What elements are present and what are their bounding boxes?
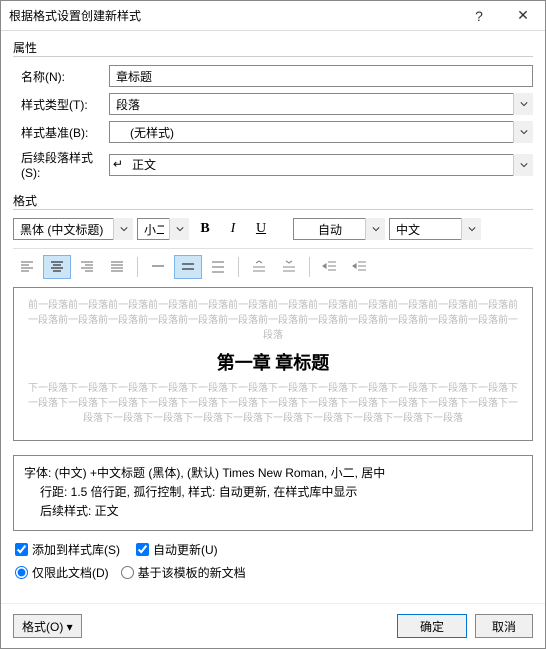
chevron-down-icon[interactable] xyxy=(513,154,533,176)
close-button[interactable]: ✕ xyxy=(501,1,545,31)
align-center-button[interactable] xyxy=(43,255,71,279)
font-family-combo[interactable] xyxy=(13,218,133,240)
add-to-gallery-label: 添加到样式库(S) xyxy=(32,541,120,558)
titlebar: 根据格式设置创建新样式 ? ✕ xyxy=(1,1,545,31)
paragraph-return-icon: ↵ xyxy=(113,157,127,171)
ok-button[interactable]: 确定 xyxy=(397,614,467,638)
only-this-document-label: 仅限此文档(D) xyxy=(32,564,109,581)
window-title: 根据格式设置创建新样式 xyxy=(9,7,457,24)
separator xyxy=(309,257,310,277)
name-input[interactable] xyxy=(109,65,533,87)
auto-update-label: 自动更新(U) xyxy=(153,541,218,558)
font-size-combo[interactable] xyxy=(137,218,189,240)
line-spacing-onehalf-button[interactable] xyxy=(174,255,202,279)
based-on-template-input[interactable] xyxy=(121,566,134,579)
line-spacing-double-button[interactable] xyxy=(204,255,232,279)
preview-title: 第一章 章标题 xyxy=(28,349,518,375)
space-before-dec-button[interactable] xyxy=(275,255,303,279)
preview-before-text: 前一段落前一段落前一段落前一段落前一段落前一段落前一段落前一段落前一段落前一段落… xyxy=(28,298,518,343)
preview-after-text: 下一段落下一段落下一段落下一段落下一段落下一段落下一段落下一段落下一段落下一段落… xyxy=(28,381,518,426)
help-button[interactable]: ? xyxy=(457,1,501,31)
bold-button[interactable]: B xyxy=(193,218,217,240)
paragraph-toolbar xyxy=(13,255,533,279)
align-justify-button[interactable] xyxy=(103,255,131,279)
label-next-style: 后续段落样式(S): xyxy=(13,149,109,180)
desc-line: 行距: 1.5 倍行距, 孤行控制, 样式: 自动更新, 在样式库中显示 xyxy=(24,483,522,502)
line-spacing-single-button[interactable] xyxy=(144,255,172,279)
underline-button[interactable]: U xyxy=(249,218,273,240)
desc-line: 后续样式: 正文 xyxy=(24,502,522,521)
auto-update-input[interactable] xyxy=(136,543,149,556)
only-this-document-radio[interactable]: 仅限此文档(D) xyxy=(15,564,109,581)
based-on-combo[interactable] xyxy=(109,121,533,143)
dialog-window: 根据格式设置创建新样式 ? ✕ 属性 名称(N): 样式类型(T): 样式基准(… xyxy=(0,0,546,649)
next-style-value[interactable] xyxy=(109,154,533,176)
chevron-down-icon[interactable] xyxy=(513,93,533,115)
add-to-gallery-input[interactable] xyxy=(15,543,28,556)
indent-increase-button[interactable] xyxy=(316,255,344,279)
font-toolbar: B I U xyxy=(13,218,533,240)
label-style-type: 样式类型(T): xyxy=(13,96,109,113)
chevron-down-icon[interactable] xyxy=(461,218,481,240)
style-description: 字体: (中文) +中文标题 (黑体), (默认) Times New Roma… xyxy=(13,455,533,531)
format-button[interactable]: 格式(O) ▾ xyxy=(13,614,82,638)
separator xyxy=(137,257,138,277)
add-to-gallery-checkbox[interactable]: 添加到样式库(S) xyxy=(15,541,120,558)
dialog-footer: 格式(O) ▾ 确定 取消 xyxy=(1,603,545,648)
align-right-button[interactable] xyxy=(73,255,101,279)
based-on-template-label: 基于该模板的新文档 xyxy=(138,564,246,581)
space-before-inc-button[interactable] xyxy=(245,255,273,279)
cancel-button[interactable]: 取消 xyxy=(475,614,533,638)
chevron-down-icon[interactable] xyxy=(365,218,385,240)
auto-update-checkbox[interactable]: 自动更新(U) xyxy=(136,541,218,558)
desc-line: 字体: (中文) +中文标题 (黑体), (默认) Times New Roma… xyxy=(24,464,522,483)
label-name: 名称(N): xyxy=(13,68,109,85)
chevron-down-icon[interactable] xyxy=(113,218,133,240)
preview-pane: 前一段落前一段落前一段落前一段落前一段落前一段落前一段落前一段落前一段落前一段落… xyxy=(13,287,533,441)
based-on-template-radio[interactable]: 基于该模板的新文档 xyxy=(121,564,246,581)
align-left-button[interactable] xyxy=(13,255,41,279)
style-type-combo[interactable] xyxy=(109,93,533,115)
italic-button[interactable]: I xyxy=(221,218,245,240)
language-combo[interactable] xyxy=(389,218,481,240)
separator xyxy=(238,257,239,277)
only-this-document-input[interactable] xyxy=(15,566,28,579)
indent-decrease-button[interactable] xyxy=(346,255,374,279)
section-formatting: 格式 xyxy=(13,192,533,210)
section-properties: 属性 xyxy=(13,39,533,57)
chevron-down-icon[interactable] xyxy=(513,121,533,143)
next-style-combo[interactable]: ↵ xyxy=(109,154,533,176)
dialog-content: 属性 名称(N): 样式类型(T): 样式基准(B): xyxy=(1,31,545,593)
font-color-combo[interactable] xyxy=(293,218,385,240)
label-based-on: 样式基准(B): xyxy=(13,124,109,141)
divider xyxy=(13,248,533,249)
based-on-value[interactable] xyxy=(109,121,533,143)
style-type-value[interactable] xyxy=(109,93,533,115)
chevron-down-icon[interactable] xyxy=(169,218,189,240)
